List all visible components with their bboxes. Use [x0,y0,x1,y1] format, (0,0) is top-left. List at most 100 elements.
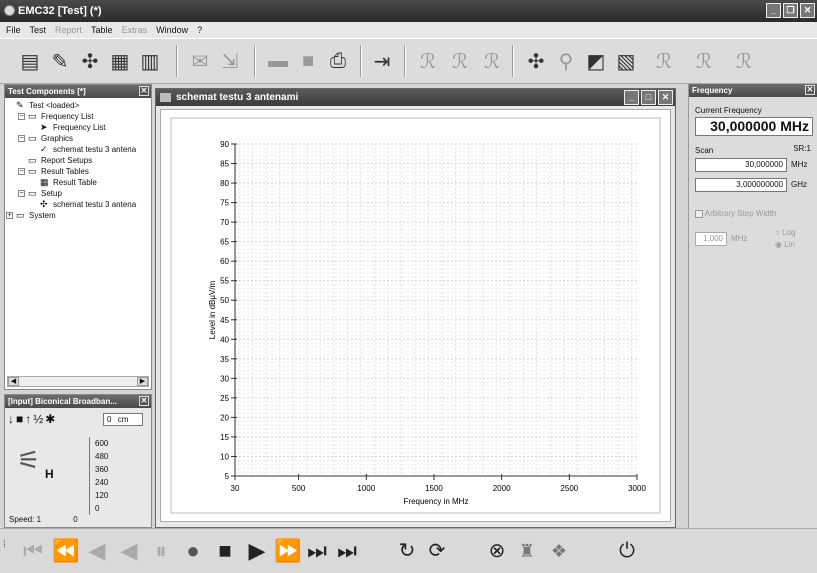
graphics-edit-icon[interactable]: ✎ [46,47,74,75]
abort-icon[interactable]: ⊗ [484,537,510,565]
test-setup-icon[interactable]: ✣ [76,47,104,75]
polarization-icon[interactable]: ½ [33,412,45,426]
tree-item[interactable]: ✣ schemat testu 3 antena [5,199,151,210]
run-test-icon[interactable]: ℛ [446,47,474,75]
step-width-field[interactable]: 1,000 [695,232,727,246]
scan-start-field[interactable]: 30,000000 [695,158,787,172]
settings-icon[interactable]: ❖ [546,537,572,565]
arbitrary-step-label: Arbitrary Step Width [704,209,777,218]
folder-icon: ▭ [16,210,25,220]
menu-window[interactable]: Window [156,25,188,35]
menu-extras[interactable]: Extras [122,25,148,35]
current-frequency-value: 30,000000 [710,118,777,134]
distance-field[interactable]: 0 cm [103,413,143,426]
skip-forward-icon[interactable]: ⏭ [304,537,330,565]
tree-item[interactable]: − ▭ Graphics [5,133,151,144]
save-icon[interactable]: ■ [294,47,322,75]
report-icon[interactable]: ▧ [612,47,640,75]
device-list-icon[interactable]: ▦ [106,47,134,75]
level-frequency-chart[interactable]: 5 10 15 20 25 30 35 40 45 50 55 60 65 70 75 80 85 90 30 500… [161,110,670,521]
minimize-button[interactable]: _ [766,3,781,18]
stop-icon[interactable]: ■ [212,537,238,565]
close-icon[interactable]: ✕ [805,85,815,95]
lin-radio[interactable]: ◉ Lin [775,240,795,249]
test-components-tree: ✎ Test <loaded> − ▭ Frequency List ➤ Frequency… [5,98,151,223]
transducer-icon[interactable]: ⚲ [552,47,580,75]
tree-item[interactable]: ➤ Frequency List [5,122,151,133]
distance-unit: cm [117,415,129,424]
emi-test-2-icon[interactable]: ℛ [730,47,758,75]
move-down-icon[interactable]: ↓ [8,412,16,426]
scroll-left-icon[interactable]: ◀ [8,377,19,386]
tree-item-label: Graphics [41,134,74,143]
tree-item[interactable]: ✓ schemat testu 3 antena [5,144,151,155]
close-icon[interactable]: ✕ [139,396,149,406]
menu-file[interactable]: File [6,25,21,35]
power-icon[interactable]: ⏻ [614,537,640,565]
restore-button[interactable]: ❐ [783,3,798,18]
close-icon[interactable]: ✕ [139,86,149,96]
collapse-icon[interactable]: − [18,113,25,120]
collapse-icon[interactable]: − [18,135,25,142]
close-button[interactable]: ✕ [800,3,815,18]
play-icon[interactable]: ▶ [244,537,270,565]
print-preview-icon[interactable]: ✉ [186,47,214,75]
step-back-icon[interactable]: ◀ [84,537,110,565]
tree-item[interactable]: − ▭ Setup [5,188,151,199]
go-to-start-icon[interactable]: ⏮ [20,537,46,565]
emi-test-icon[interactable]: ℛ [650,47,678,75]
print-icon[interactable]: ⎙ [324,47,352,75]
exit-icon[interactable]: ⇥ [368,47,396,75]
app-icon [4,5,15,16]
report-editor-icon[interactable]: ▤ [16,47,44,75]
menu-help[interactable]: ? [197,25,202,35]
result-table-icon[interactable]: ▥ [136,47,164,75]
export-icon[interactable]: ⇲ [216,47,244,75]
reverse-icon[interactable]: ◀ [116,537,142,565]
collapse-icon[interactable]: − [18,190,25,197]
tree-item[interactable]: ▭ Report Setups [5,155,151,166]
measure-icon[interactable]: ♜ [514,537,540,565]
arbitrary-step-checkbox[interactable]: Arbitrary Step Width [695,209,776,218]
menu-table[interactable]: Table [91,25,113,35]
record-icon[interactable]: ● [180,537,206,565]
scan-stop-field[interactable]: 3,000000000 [695,178,787,192]
stop-mast-icon[interactable]: ■ [16,412,25,426]
tools-icon[interactable]: ✱ [45,412,57,426]
menu-test[interactable]: Test [30,25,47,35]
arbitrary-step-box[interactable] [695,209,703,218]
input-panel: [Input] Biconical Broadban... ✕ ↓■↑½✱ 0 … [4,394,152,528]
tree-item[interactable]: ▦ Result Table [5,177,151,188]
step-forward-icon[interactable]: ⏩ [274,537,301,565]
tree-item[interactable]: − ▭ Frequency List [5,111,151,122]
x-tick-label: 500 [292,484,306,493]
tree-item[interactable]: + ▭ System [5,210,151,221]
graphics-maximize-button[interactable]: □ [641,90,656,105]
folder-icon: ▭ [28,155,37,165]
tree-item[interactable]: − ▭ Result Tables [5,166,151,177]
scan-start-unit: MHz [791,160,808,169]
menu-report[interactable]: Report [55,25,82,35]
test-components-header: Test Components [*] ✕ [5,85,151,98]
go-to-end-icon[interactable]: ⏭ [334,537,360,565]
emi-test-1-icon[interactable]: ℛ [690,47,718,75]
skip-back-icon[interactable]: ⏪ [52,537,79,565]
graphics-icon[interactable]: ◩ [582,47,610,75]
tree-horizontal-scrollbar[interactable]: ◀ ▶ [7,376,149,387]
continuous-run-icon[interactable]: ⟳ [424,537,450,565]
scan-stop-unit: GHz [791,180,807,189]
graphics-minimize-button[interactable]: _ [624,90,639,105]
single-run-icon[interactable]: ↻ [394,537,420,565]
pause-icon[interactable]: ⏸ [148,537,174,565]
scroll-right-icon[interactable]: ▶ [137,377,148,386]
graphics-close-button[interactable]: ✕ [658,90,673,105]
expand-icon[interactable]: + [6,212,13,219]
log-radio[interactable]: ○ Log [775,228,795,237]
collapse-icon[interactable]: − [18,168,25,175]
tree-item[interactable]: ✎ Test <loaded> [5,100,151,111]
open-folder-icon[interactable]: ▬ [264,47,292,75]
tree-item-label: Result Table [53,178,97,187]
test-template-icon[interactable]: ℛ [478,47,506,75]
setup-active-icon[interactable]: ✣ [522,47,550,75]
new-test-icon[interactable]: ℛ [414,47,442,75]
